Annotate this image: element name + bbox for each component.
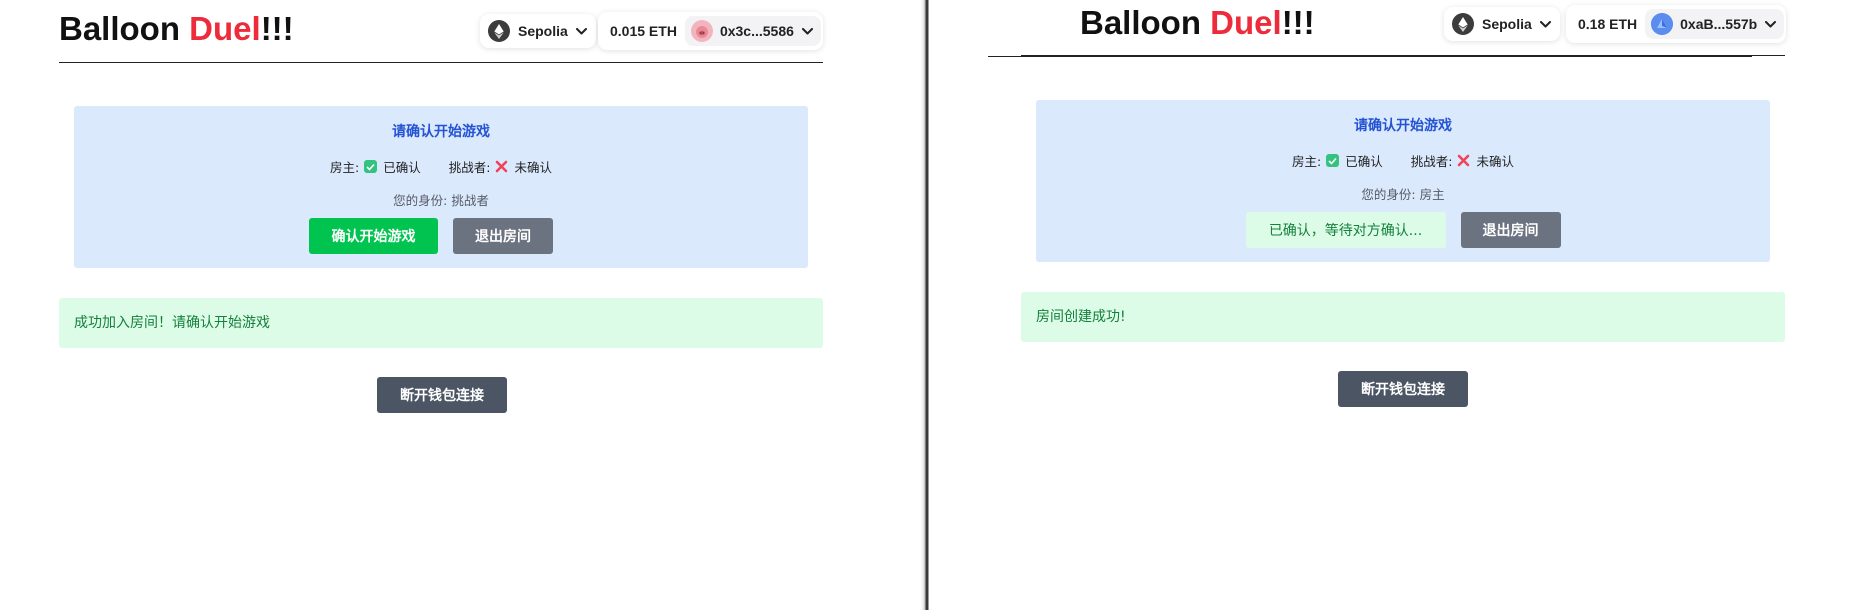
status-message: 房间创建成功! — [1021, 292, 1785, 342]
challenger-status-text: 未确认 — [1476, 154, 1514, 169]
challenger-label: 挑战者: — [1410, 154, 1453, 169]
check-icon — [1326, 154, 1340, 167]
challenger-label: 挑战者: — [448, 160, 491, 175]
host-status: 房主: 已确认 — [330, 157, 421, 176]
confirmation-status-row: 房主: 已确认 挑战者: 未确认 — [1036, 151, 1770, 170]
card-title: 请确认开始游戏 — [1354, 118, 1452, 134]
card-title: 请确认开始游戏 — [392, 124, 490, 140]
card-actions: 确认开始游戏 退出房间 — [54, 218, 808, 254]
disconnect-wallet-button[interactable]: 断开钱包连接 — [377, 377, 507, 413]
check-icon — [364, 160, 378, 173]
challenger-status-text: 未确认 — [514, 160, 552, 175]
disconnect-wallet-button[interactable]: 断开钱包连接 — [1338, 371, 1468, 407]
right-window: Balloon Duel!!! Sepolia 0.18 ETH 0xaB...… — [929, 0, 1859, 610]
account-address: 0xaB...557b — [1680, 16, 1758, 32]
leave-room-button[interactable]: 退出房间 — [1460, 212, 1561, 248]
eth-balance: 0.18 ETH — [1578, 16, 1638, 32]
network-selector[interactable]: Sepolia — [480, 14, 596, 48]
challenger-status: 挑战者: 未确认 — [449, 157, 552, 176]
left-window: Balloon Duel!!! Sepolia 0.015 ETH 0x3c..… — [0, 0, 926, 610]
header-line — [1021, 55, 1785, 56]
cross-icon — [1457, 154, 1470, 167]
chevron-down-icon — [801, 27, 813, 35]
app-title: Balloon Duel!!! — [59, 0, 294, 58]
host-status-text: 已确认 — [1345, 154, 1383, 169]
identity-text: 您的身份: 挑战者 — [393, 193, 489, 208]
account-address: 0x3c...5586 — [719, 23, 794, 39]
waiting-confirmation-badge: 已确认，等待对方确认... — [1245, 212, 1446, 248]
header: Balloon Duel!!! Sepolia 0.015 ETH 0x3c..… — [59, 0, 823, 63]
chevron-down-icon — [575, 27, 587, 35]
confirmation-status-row: 房主: 已确认 挑战者: 未确认 — [74, 157, 808, 176]
title-duel: Duel — [1210, 4, 1282, 41]
avatar-icon — [1651, 13, 1674, 35]
identity-text: 您的身份: 房主 — [1361, 187, 1445, 202]
host-status: 房主: 已确认 — [1292, 151, 1383, 170]
account-button[interactable]: 0.015 ETH 0x3c...5586 — [598, 12, 823, 50]
title-exclaim: !!! — [260, 10, 294, 47]
cross-icon — [495, 160, 508, 173]
eth-balance: 0.015 ETH — [610, 23, 677, 39]
title-balloon: Balloon — [59, 10, 190, 47]
confirm-game-card: 请确认开始游戏 房主: 已确认 挑战者: 未确认 您的身份: 房主 已确认，等待… — [1036, 100, 1770, 262]
host-status-text: 已确认 — [383, 160, 421, 175]
title-exclaim: !!! — [1281, 4, 1315, 41]
status-message: 成功加入房间！请确认开始游戏 — [59, 298, 823, 348]
network-name: Sepolia — [518, 23, 568, 39]
confirm-game-card: 请确认开始游戏 房主: 已确认 挑战者: 未确认 您的身份: 挑战者 确认开始游… — [74, 106, 808, 268]
network-name: Sepolia — [1482, 16, 1532, 32]
account-address-chip[interactable]: 0xaB...557b — [1645, 9, 1785, 39]
confirm-start-button[interactable]: 确认开始游戏 — [309, 218, 438, 254]
title-balloon: Balloon — [1080, 4, 1211, 41]
challenger-status: 挑战者: 未确认 — [1411, 151, 1514, 170]
host-label: 房主: — [330, 160, 360, 175]
network-selector[interactable]: Sepolia — [1444, 7, 1560, 41]
leave-room-button[interactable]: 退出房间 — [453, 218, 553, 254]
app-title: Balloon Duel!!! — [1080, 0, 1315, 52]
account-address-chip[interactable]: 0x3c...5586 — [684, 16, 821, 46]
ethereum-icon — [488, 20, 510, 42]
chevron-down-icon — [1765, 20, 1777, 28]
chevron-down-icon — [1539, 20, 1551, 28]
title-duel: Duel — [189, 10, 261, 47]
card-actions: 已确认，等待对方确认... 退出房间 — [1036, 212, 1770, 248]
account-button[interactable]: 0.18 ETH 0xaB...557b — [1566, 5, 1787, 43]
host-label: 房主: — [1292, 154, 1322, 169]
avatar-pig-icon — [690, 20, 713, 42]
ethereum-icon — [1452, 13, 1474, 35]
